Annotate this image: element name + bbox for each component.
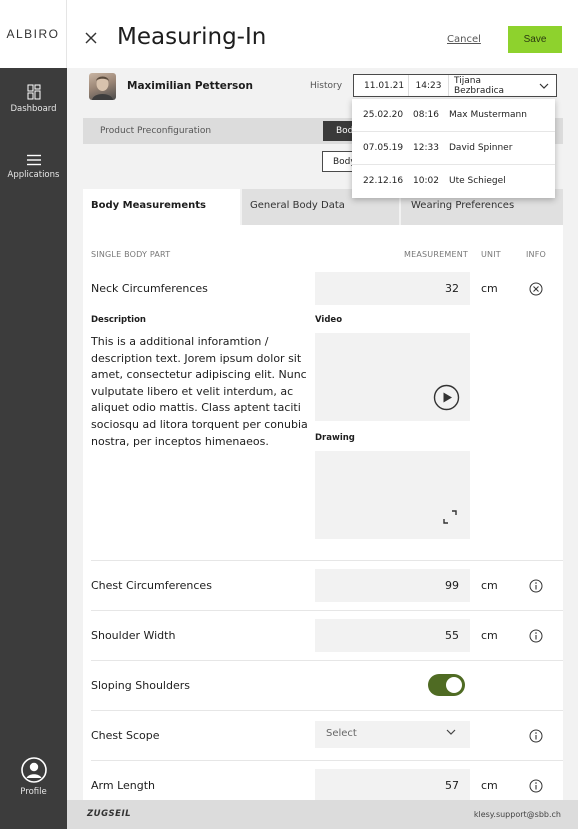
toggle-knob <box>446 677 462 693</box>
history-option-date: 25.02.20 <box>363 110 404 120</box>
neck-unit: cm <box>481 282 498 295</box>
info-icon[interactable] <box>529 579 543 593</box>
sloping-shoulders-toggle[interactable] <box>428 674 465 696</box>
header-single-body-part: SINGLE BODY PART <box>91 250 171 259</box>
save-button[interactable]: Save <box>508 26 562 53</box>
sidebar-item-label: Profile <box>20 787 47 797</box>
history-option-time: 08:16 <box>413 110 439 120</box>
sidebar: Dashboard Applications Profile <box>0 68 67 829</box>
support-email[interactable]: klesy.support@sbb.ch <box>474 810 561 819</box>
page-header: Measuring-In Cancel Save <box>67 0 578 68</box>
preconfiguration-label: Product Preconfiguration <box>100 126 212 136</box>
history-select[interactable]: 11.01.21 14:23 Tijana Bezbradica <box>353 74 557 97</box>
shoulder-unit: cm <box>481 629 498 642</box>
history-option[interactable]: 22.12.16 10:02 Ute Schiegel <box>352 165 555 198</box>
avatar <box>89 73 116 100</box>
history-option-user: Ute Schiegel <box>449 176 506 186</box>
footer-logo: ZUGSEIL <box>87 809 132 819</box>
description-title: Description <box>91 315 146 325</box>
arm-length-label: Arm Length <box>91 779 156 792</box>
close-circle-icon[interactable] <box>529 282 543 296</box>
sidebar-item-dashboard[interactable]: Dashboard <box>0 84 67 114</box>
sidebar-item-applications[interactable]: Applications <box>0 154 67 180</box>
measurement-content: SINGLE BODY PART MEASUREMENT UNIT INFO N… <box>83 225 563 800</box>
header-measurement: MEASUREMENT <box>404 250 469 259</box>
info-icon[interactable] <box>529 729 543 743</box>
history-option-date: 07.05.19 <box>363 143 404 153</box>
shoulder-label: Shoulder Width <box>91 629 176 642</box>
neck-label: Neck Circumferences <box>91 282 208 295</box>
arm-length-unit: cm <box>481 779 498 792</box>
tab-body-measurements[interactable]: Body Measurements <box>83 189 240 225</box>
history-option-user: David Spinner <box>449 143 513 153</box>
dashboard-icon <box>27 84 40 100</box>
history-option-date: 22.12.16 <box>363 176 404 186</box>
header-info: INFO <box>526 250 547 259</box>
cancel-button[interactable]: Cancel <box>447 34 481 45</box>
history-option[interactable]: 07.05.19 12:33 David Spinner <box>352 132 555 165</box>
chest-unit: cm <box>481 579 498 592</box>
sloping-shoulders-label: Sloping Shoulders <box>91 679 190 692</box>
close-icon[interactable] <box>83 30 99 46</box>
history-dropdown: 25.02.20 08:16 Max Mustermann 07.05.19 1… <box>352 99 555 198</box>
menu-icon <box>26 154 41 166</box>
history-label: History <box>310 81 343 91</box>
history-user: Tijana Bezbradica <box>454 75 505 96</box>
profile-icon <box>20 757 47 783</box>
drawing-viewer[interactable] <box>315 451 470 539</box>
chest-measurement-input[interactable]: 99 <box>315 569 470 602</box>
video-title: Video <box>315 315 343 325</box>
shoulder-measurement-input[interactable]: 55 <box>315 619 470 652</box>
history-option[interactable]: 25.02.20 08:16 Max Mustermann <box>352 99 555 132</box>
info-icon[interactable] <box>529 629 543 643</box>
chevron-down-icon <box>446 729 456 735</box>
neck-measurement-input[interactable]: 32 <box>315 272 470 305</box>
chevron-down-icon <box>539 83 549 89</box>
sidebar-item-profile[interactable]: Profile <box>0 757 67 797</box>
page-title: Measuring-In <box>117 24 267 50</box>
select-placeholder: Select <box>326 728 357 739</box>
arm-length-measurement-input[interactable]: 57 <box>315 769 470 800</box>
info-icon[interactable] <box>529 779 543 793</box>
history-time: 14:23 <box>409 75 449 96</box>
brand-logo: ALBIRO <box>0 0 67 68</box>
drawing-title: Drawing <box>315 433 355 443</box>
history-option-user: Max Mustermann <box>449 110 527 120</box>
chest-scope-select[interactable]: Select <box>315 721 470 748</box>
patient-name: Maximilian Petterson <box>127 80 253 92</box>
chest-scope-label: Chest Scope <box>91 729 160 742</box>
sidebar-item-label: Applications <box>7 170 60 180</box>
history-date: 11.01.21 <box>354 75 409 96</box>
play-icon[interactable] <box>433 384 460 411</box>
description-text: This is a additional inforamtion / descr… <box>91 335 308 448</box>
expand-icon[interactable] <box>442 509 458 525</box>
chest-label: Chest Circumferences <box>91 579 212 592</box>
video-player[interactable] <box>315 333 470 421</box>
history-option-time: 12:33 <box>413 143 439 153</box>
sidebar-item-label: Dashboard <box>10 104 57 114</box>
footer: ZUGSEIL klesy.support@sbb.ch <box>67 800 578 829</box>
header-unit: UNIT <box>481 250 501 259</box>
history-option-time: 10:02 <box>413 176 439 186</box>
